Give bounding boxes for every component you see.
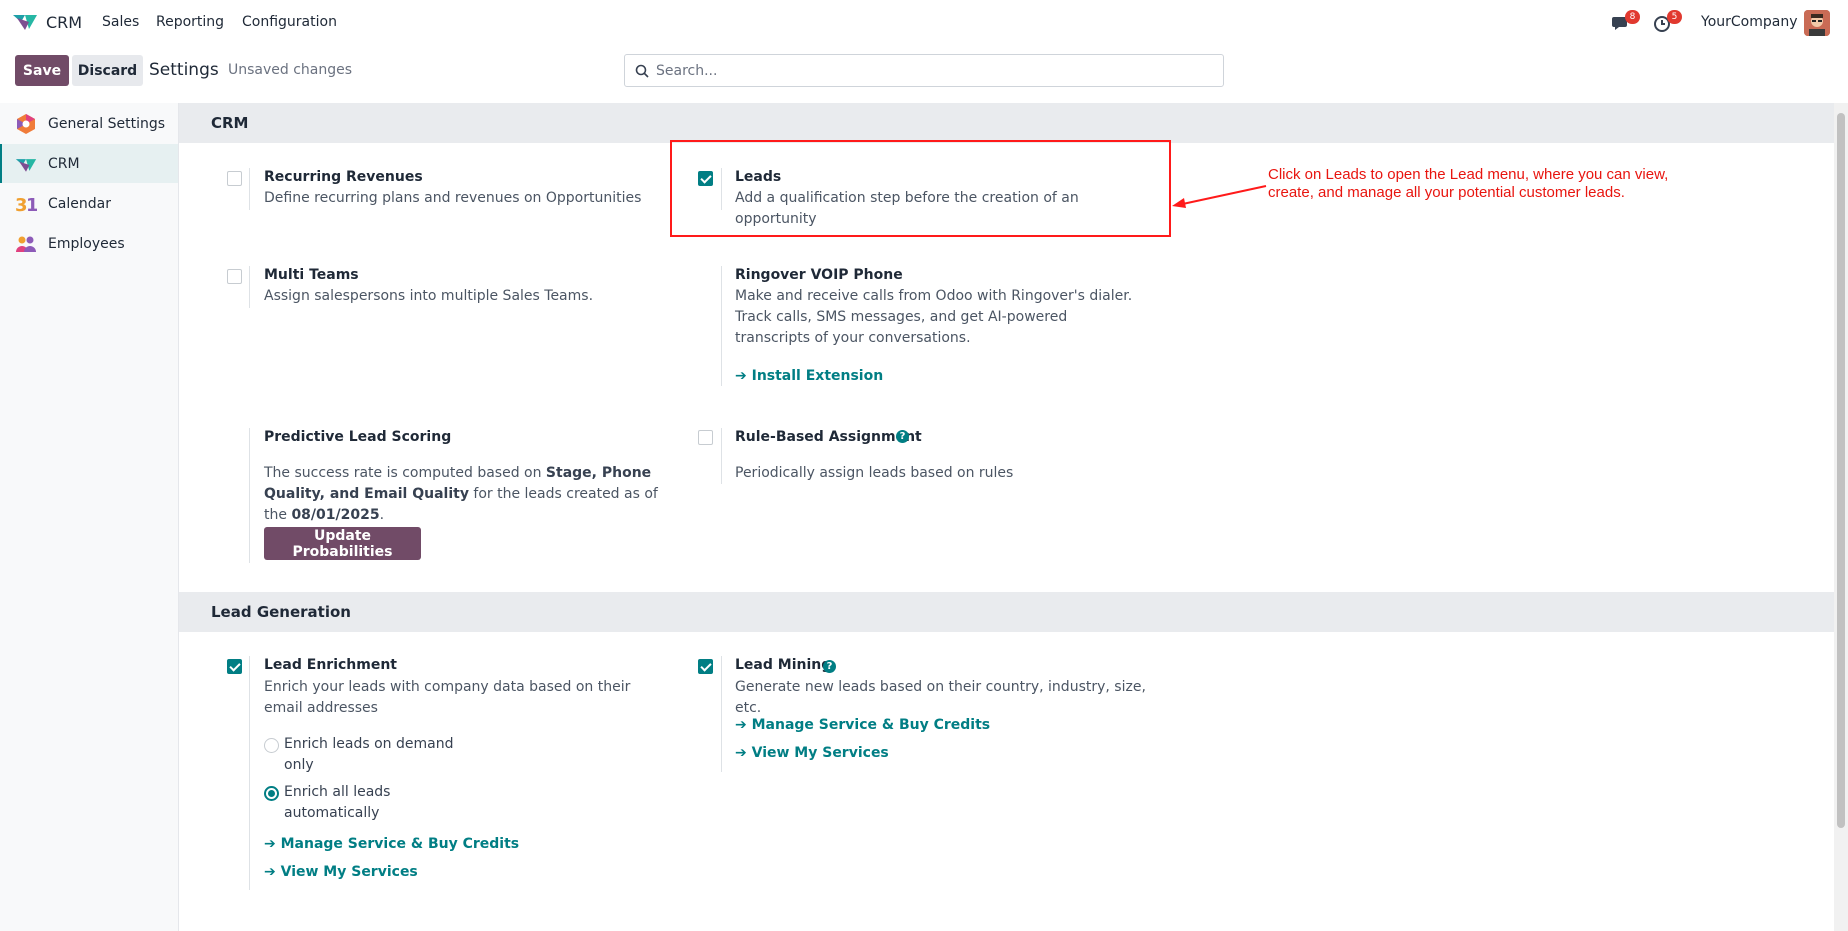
- lead-enrichment-desc: Enrich your leads with company data base…: [264, 679, 631, 716]
- messages-badge: 8: [1625, 10, 1640, 24]
- section-title: Lead Generation: [211, 603, 351, 621]
- app-name[interactable]: CRM: [46, 13, 82, 32]
- section-header-crm: CRM: [179, 103, 1834, 143]
- annotation-text: Click on Leads to open the Lead menu, wh…: [1268, 166, 1669, 201]
- annotation-arrow-icon: [1172, 185, 1267, 208]
- sidebar-item-general-settings[interactable]: General Settings: [0, 104, 178, 143]
- multi-teams-title: Multi Teams: [264, 267, 359, 283]
- enrichment-manage-credits-link[interactable]: ➔ Manage Service & Buy Credits: [264, 836, 519, 852]
- desc-text: The success rate is computed based on: [264, 465, 546, 481]
- predictive-scoring-title: Predictive Lead Scoring: [264, 429, 452, 445]
- recurring-revenues-title: Recurring Revenues: [264, 169, 423, 185]
- lead-mining-title: Lead Mining: [735, 657, 832, 673]
- calendar-icon: 3 1: [15, 195, 37, 215]
- sidebar-item-calendar[interactable]: 3 1 Calendar: [0, 184, 178, 223]
- enrich-on-demand-label[interactable]: Enrich leads on demand only: [284, 734, 454, 776]
- save-button[interactable]: Save: [15, 55, 69, 86]
- divider: [249, 428, 250, 563]
- crm-icon: [15, 159, 37, 172]
- crm-app-icon[interactable]: [12, 12, 38, 32]
- vertical-scrollbar[interactable]: [1834, 103, 1848, 931]
- recurring-revenues-checkbox[interactable]: [227, 171, 242, 186]
- lead-mining-checkbox[interactable]: [698, 659, 713, 674]
- mining-view-services-link[interactable]: ➔ View My Services: [735, 745, 889, 761]
- section-header-lead-generation: Lead Generation: [179, 592, 1834, 632]
- activities-badge: 5: [1667, 10, 1682, 24]
- avatar-icon: [1804, 10, 1830, 36]
- link-label: View My Services: [280, 864, 418, 880]
- divider: [249, 656, 250, 890]
- rule-based-assignment-desc: Periodically assign leads based on rules: [735, 465, 1014, 481]
- settings-sidebar: General Settings CRM 3 1 Calendar Employ…: [0, 103, 179, 931]
- lead-enrichment-title: Lead Enrichment: [264, 657, 397, 673]
- rule-based-assignment-title: Rule-Based Assignment: [735, 429, 922, 445]
- unsaved-status: Unsaved changes: [228, 62, 353, 78]
- desc-bold-date: 08/01/2025: [291, 507, 380, 523]
- divider: [249, 168, 250, 210]
- divider: [721, 656, 722, 772]
- section-title: CRM: [211, 114, 249, 132]
- menu-configuration[interactable]: Configuration: [242, 14, 337, 30]
- predictive-scoring-desc: The success rate is computed based on St…: [264, 463, 674, 526]
- sidebar-item-label: CRM: [48, 155, 80, 172]
- multi-teams-desc: Assign salespersons into multiple Sales …: [264, 288, 594, 304]
- search-bar[interactable]: [624, 54, 1224, 87]
- mining-manage-credits-link[interactable]: ➔ Manage Service & Buy Credits: [735, 717, 990, 733]
- install-extension-label: Install Extension: [751, 368, 884, 384]
- sidebar-item-label: Employees: [48, 235, 125, 252]
- svg-text:1: 1: [26, 195, 37, 215]
- ringover-desc: Make and receive calls from Odoo with Ri…: [735, 288, 1133, 346]
- link-label: Manage Service & Buy Credits: [751, 717, 991, 733]
- enrich-on-demand-radio[interactable]: [264, 738, 279, 753]
- menu-sales[interactable]: Sales: [102, 14, 139, 30]
- link-label: View My Services: [751, 745, 889, 761]
- divider: [721, 428, 722, 484]
- sidebar-item-label: General Settings: [48, 115, 166, 132]
- top-navbar: CRM Sales Reporting Configuration 8 5 Yo…: [0, 0, 1848, 46]
- link-label: Manage Service & Buy Credits: [280, 836, 520, 852]
- recurring-revenues-desc: Define recurring plans and revenues on O…: [264, 190, 642, 206]
- odoo-settings-icon: [17, 114, 35, 134]
- desc-text: .: [379, 507, 385, 523]
- update-probabilities-button[interactable]: Update Probabilities: [264, 527, 421, 560]
- lead-enrichment-checkbox[interactable]: [227, 659, 242, 674]
- menu-reporting[interactable]: Reporting: [156, 14, 224, 30]
- divider: [721, 266, 722, 386]
- employees-icon: [16, 236, 36, 252]
- search-icon: [635, 64, 649, 78]
- help-icon[interactable]: ?: [823, 660, 836, 673]
- enrichment-view-services-link[interactable]: ➔ View My Services: [264, 864, 418, 880]
- help-icon[interactable]: ?: [896, 430, 909, 443]
- ringover-title: Ringover VOIP Phone: [735, 267, 903, 283]
- leads-highlight-box: [670, 140, 1171, 237]
- user-avatar[interactable]: [1804, 10, 1830, 36]
- rule-based-assignment-checkbox[interactable]: [698, 430, 713, 445]
- company-switcher[interactable]: YourCompany: [1701, 14, 1798, 30]
- multi-teams-checkbox[interactable]: [227, 269, 242, 284]
- sidebar-item-crm[interactable]: CRM: [0, 144, 178, 183]
- sidebar-item-employees[interactable]: Employees: [0, 224, 178, 263]
- discard-button[interactable]: Discard: [72, 55, 143, 86]
- scrollbar-thumb[interactable]: [1837, 113, 1845, 828]
- page-title: Settings: [149, 60, 219, 80]
- sidebar-item-label: Calendar: [48, 195, 111, 212]
- lead-mining-desc: Generate new leads based on their countr…: [735, 679, 1146, 716]
- search-input[interactable]: [656, 56, 1216, 85]
- divider: [249, 266, 250, 308]
- install-extension-link[interactable]: ➔ Install Extension: [735, 368, 883, 384]
- enrich-automatically-radio[interactable]: [264, 786, 279, 801]
- enrich-automatically-label[interactable]: Enrich all leads automatically: [284, 782, 394, 824]
